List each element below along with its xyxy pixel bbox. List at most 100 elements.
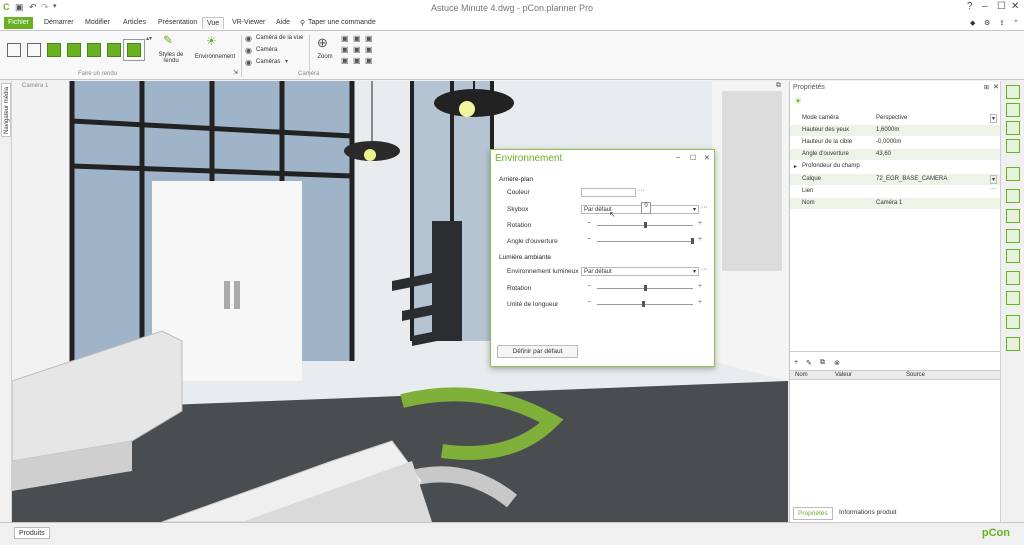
image-icon[interactable] (1006, 315, 1020, 329)
add-object-icon[interactable] (1006, 229, 1020, 243)
globe-icon[interactable] (1006, 189, 1020, 203)
dialog-maximize-button[interactable]: ☐ (690, 154, 696, 162)
catalog-icon[interactable] (1006, 85, 1020, 99)
zoom-all-icon[interactable]: ▣ (365, 45, 373, 54)
cameras-dropdown[interactable]: Caméras (256, 59, 280, 65)
hidden-line-cube-icon[interactable] (27, 43, 41, 57)
zoom-selection-icon[interactable]: ▣ (353, 45, 361, 54)
prop-row-lien[interactable]: Lien ··· (790, 186, 1001, 197)
rotation-plus-button[interactable]: + (698, 220, 702, 227)
zoom-in-icon[interactable]: ▣ (341, 34, 349, 43)
rendered-cube-icon[interactable] (107, 43, 121, 57)
tab-modifier[interactable]: Modifier (81, 17, 114, 29)
help-button[interactable]: ? (967, 1, 973, 12)
chevron-down-icon[interactable]: ▾ (990, 175, 998, 184)
sun-icon[interactable] (1006, 271, 1020, 285)
tab-fichier[interactable]: Fichier (4, 17, 34, 29)
settings-icon[interactable]: ⚙ (980, 17, 994, 29)
raytrace-cube-icon[interactable] (123, 39, 145, 61)
command-search[interactable]: Taper une commande (304, 17, 380, 29)
add-icon[interactable]: + (794, 359, 798, 366)
collapse-ribbon-icon[interactable]: ⌃ (1009, 17, 1023, 29)
share-icon[interactable]: ⇪ (995, 17, 1009, 29)
angle-slider[interactable] (597, 241, 693, 242)
render-style-scroll-icon[interactable]: ▴▾ (146, 35, 152, 42)
pan-icon[interactable]: ▣ (341, 56, 349, 65)
skybox-dropdown[interactable]: Par défaut ▾ (581, 205, 699, 214)
lien-more-button[interactable]: ··· (990, 186, 996, 192)
definir-par-defaut-button[interactable]: Définir par défaut (497, 345, 578, 358)
chevron-down-icon[interactable]: ▾ (990, 114, 998, 123)
chart-icon[interactable] (1006, 249, 1020, 263)
layers-icon[interactable] (1006, 209, 1020, 223)
prop-row-hauteur-cible[interactable]: Hauteur de la cible -0,0000m (790, 137, 1001, 148)
viewport-maximize-icon[interactable]: ⧉ (776, 82, 781, 90)
expand-icon[interactable]: ▸ (794, 163, 797, 170)
prop-row-calque[interactable]: Calque 72_EGR_BASE_CAMERA ▾ (790, 174, 1001, 185)
camera-de-la-vue-button[interactable]: Caméra de la vue (256, 35, 303, 41)
tab-aide[interactable]: Aide (272, 17, 294, 29)
orbit-icon[interactable]: ▣ (353, 56, 361, 65)
zoom-out-icon[interactable]: ▣ (353, 34, 361, 43)
tab-articles[interactable]: Articles (119, 17, 150, 29)
couleur-picker[interactable] (581, 188, 636, 197)
tab-vr-viewer[interactable]: VR-Viewer (228, 17, 269, 29)
zoom-button[interactable]: Zoom (311, 54, 339, 60)
chevron-down-icon[interactable]: ▾ (285, 58, 288, 65)
unite-slider-handle[interactable] (642, 301, 645, 307)
delete-icon[interactable]: ⊗ (834, 359, 840, 367)
close-button[interactable]: ✕ (1011, 1, 1019, 12)
list-icon[interactable] (1006, 139, 1020, 153)
dialog-close-button[interactable]: ✕ (704, 154, 710, 162)
unite-slider[interactable] (597, 304, 693, 305)
angle-plus-button[interactable]: + (698, 236, 702, 243)
minimize-button[interactable]: – (982, 1, 988, 12)
environnement-button[interactable]: Environnement (190, 54, 240, 60)
brush-small-icon[interactable]: ✎ (806, 359, 812, 367)
zoom-extents-icon[interactable]: ▣ (365, 34, 373, 43)
panel-close-icon[interactable]: ✕ (993, 83, 999, 91)
unite-plus-button[interactable]: + (698, 299, 702, 306)
wireframe-cube-icon[interactable] (7, 43, 21, 57)
prop-row-profondeur[interactable]: ▸ Profondeur du champ (790, 161, 1001, 172)
camera-button[interactable]: Caméra (256, 47, 277, 53)
rotation-minus-button[interactable]: − (587, 220, 591, 227)
prop-row-angle[interactable]: Angle d'ouverture 43,60 (790, 149, 1001, 160)
textured-cube-icon[interactable] (67, 43, 81, 57)
folder-icon[interactable] (1006, 167, 1020, 181)
maximize-button[interactable]: ☐ (997, 1, 1006, 12)
tab-proprietes[interactable]: Propriétés (793, 507, 833, 520)
light-icon[interactable] (1006, 291, 1020, 305)
skybox-more-button[interactable]: ··· (701, 204, 708, 211)
prop-row-hauteur-yeux[interactable]: Hauteur des yeux 1,6000m (790, 125, 1001, 136)
couleur-more-button[interactable]: ··· (638, 187, 645, 194)
env-lumineux-more-button[interactable]: ··· (701, 266, 708, 273)
notification-icon[interactable]: ◆ (966, 17, 979, 29)
rotation-slider-handle[interactable] (644, 222, 647, 228)
dialog-minimize-button[interactable]: – (676, 154, 680, 161)
walk-icon[interactable]: ▣ (365, 56, 373, 65)
pin-icon[interactable]: ⊞ (984, 84, 989, 91)
prop-row-nom[interactable]: Nom Caméra 1 (790, 198, 1001, 209)
tab-demarrer[interactable]: Démarrer (40, 17, 78, 29)
objects-icon[interactable] (1006, 121, 1020, 135)
rotation2-slider-handle[interactable] (644, 285, 647, 291)
styles-de-rendu-button[interactable]: Styles de rendu (154, 52, 188, 64)
unite-minus-button[interactable]: − (587, 299, 591, 306)
rotation2-minus-button[interactable]: − (587, 283, 591, 290)
copy-icon[interactable]: ⧉ (820, 359, 825, 367)
tab-presentation[interactable]: Présentation (154, 17, 201, 29)
realistic-cube-icon[interactable] (87, 43, 101, 57)
group-launcher-icon[interactable]: ⇲ (233, 69, 238, 76)
shaded-cube-icon[interactable] (47, 43, 61, 57)
zoom-window-icon[interactable]: ▣ (341, 45, 349, 54)
document-icon[interactable] (1006, 337, 1020, 351)
tab-vue[interactable]: Vue (202, 17, 225, 29)
prop-row-mode-camera[interactable]: Mode caméra Perspective ▾ (790, 113, 1001, 124)
angle-minus-button[interactable]: − (587, 236, 591, 243)
tab-informations-produit[interactable]: Informations produit (835, 507, 900, 520)
rotation2-plus-button[interactable]: + (698, 283, 702, 290)
env-lumineux-dropdown[interactable]: Par défaut ▾ (581, 267, 699, 276)
angle-slider-handle[interactable] (691, 238, 694, 244)
cube-icon[interactable] (1006, 103, 1020, 117)
